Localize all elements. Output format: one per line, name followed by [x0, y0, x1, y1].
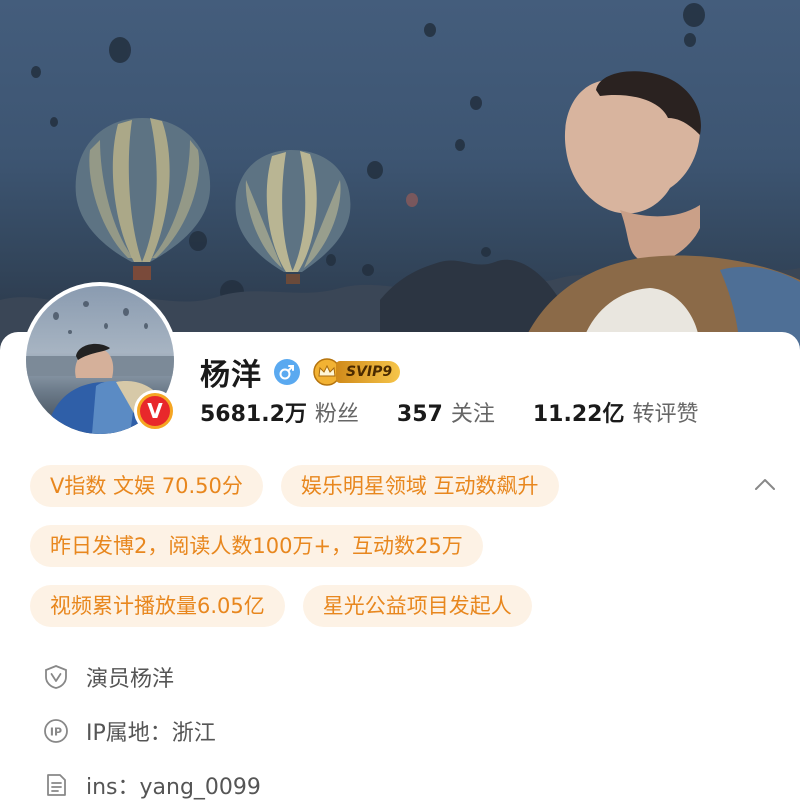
- tag-row: V指数 文娱 70.50分 娱乐明星领域 互动数飙升: [30, 465, 770, 507]
- stat-value: 357: [396, 402, 443, 427]
- info-ins: ins：yang_0099: [42, 758, 762, 803]
- ip-location-icon: IP: [42, 717, 70, 745]
- profile-info-list: 演员杨洋 IP IP属地：浙江 ins：yang_0099: [42, 650, 762, 803]
- tag-video-plays[interactable]: 视频累计播放量6.05亿: [30, 585, 285, 627]
- svip-badge[interactable]: SVIP9: [312, 357, 401, 387]
- info-text: ins：yang_0099: [86, 775, 261, 800]
- chevron-up-icon[interactable]: [750, 470, 780, 500]
- tag-row: 昨日发博2，阅读人数100万+，互动数25万: [30, 525, 770, 567]
- stat-label: 转评赞: [632, 402, 699, 427]
- male-gender-icon: [274, 359, 300, 385]
- stat-value: 5681.2万: [200, 402, 307, 427]
- svg-text:IP: IP: [50, 726, 62, 739]
- tag-row: 视频累计播放量6.05亿 星光公益项目发起人: [30, 585, 770, 627]
- info-verification: 演员杨洋: [42, 650, 762, 704]
- tag-entertainment-field[interactable]: 娱乐明星领域 互动数飙升: [280, 465, 559, 507]
- stat-followers[interactable]: 5681.2万 粉丝: [200, 396, 359, 428]
- profile-tags: V指数 文娱 70.50分 娱乐明星领域 互动数飙升 昨日发博2，阅读人数100…: [30, 465, 770, 645]
- tag-v-index[interactable]: V指数 文娱 70.50分: [30, 465, 263, 507]
- verified-shield-icon: [42, 663, 70, 691]
- stat-label: 粉丝: [314, 402, 359, 427]
- svip-level-label: SVIP9: [336, 361, 401, 383]
- tag-charity-initiator[interactable]: 星光公益项目发起人: [302, 585, 532, 627]
- stat-following[interactable]: 357 关注: [397, 396, 495, 428]
- tag-yesterday-posts[interactable]: 昨日发博2，阅读人数100万+，互动数25万: [30, 525, 483, 567]
- document-icon: [42, 771, 70, 799]
- profile-name: 杨洋: [200, 358, 262, 393]
- verified-v-badge: V: [134, 390, 176, 432]
- profile-name-row: 杨洋 SVIP9: [200, 350, 401, 394]
- info-text: IP属地：浙江: [86, 721, 216, 746]
- info-ip-location: IP IP属地：浙江: [42, 704, 762, 758]
- profile-stats: 5681.2万 粉丝 357 关注 11.22亿 转评赞: [200, 396, 736, 428]
- info-text: 演员杨洋: [86, 667, 175, 692]
- stat-label: 关注: [450, 402, 495, 427]
- verified-v-icon: V: [140, 396, 170, 426]
- stat-value: 11.22亿: [532, 402, 625, 427]
- stat-likes[interactable]: 11.22亿 转评赞: [533, 396, 699, 428]
